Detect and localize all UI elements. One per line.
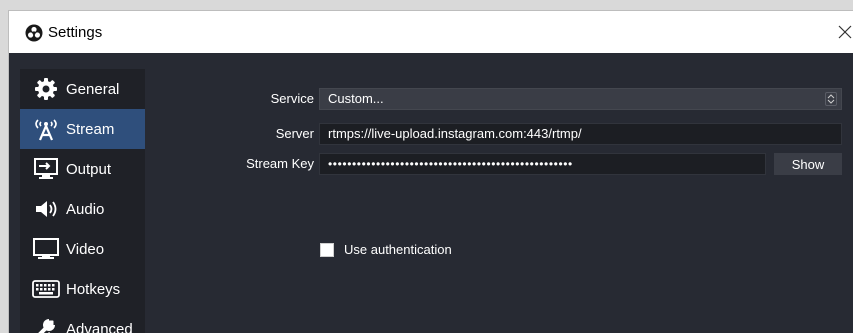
server-value: rtmps://live-upload.instagram.com:443/rt… bbox=[328, 126, 582, 141]
settings-body: General Stream Output Audio Video Hotkey… bbox=[9, 53, 853, 333]
service-select[interactable]: Custom... bbox=[319, 88, 842, 110]
sidebar-item-label: Video bbox=[66, 240, 105, 258]
service-label: Service bbox=[270, 91, 314, 106]
close-icon[interactable] bbox=[838, 25, 852, 39]
sidebar-item-label: General bbox=[66, 80, 120, 98]
sidebar-item-label: Audio bbox=[66, 200, 105, 218]
sidebar-item-general[interactable]: General bbox=[20, 69, 145, 109]
sidebar-item-output[interactable]: Output bbox=[20, 149, 145, 189]
output-icon bbox=[30, 156, 62, 182]
sidebar-item-label: Output bbox=[66, 160, 112, 178]
sidebar-item-label: Advanced bbox=[66, 320, 133, 333]
title-bar: Settings bbox=[9, 11, 853, 53]
wrench-icon bbox=[30, 316, 62, 333]
updown-arrow-icon bbox=[825, 92, 837, 106]
sidebar-item-label: Stream bbox=[66, 120, 115, 138]
monitor-icon bbox=[30, 236, 62, 262]
stream-key-input[interactable]: ••••••••••••••••••••••••••••••••••••••••… bbox=[319, 153, 766, 175]
sidebar-item-advanced[interactable]: Advanced bbox=[20, 309, 145, 333]
settings-window: Settings General Stream Output Audio Vid… bbox=[8, 10, 853, 333]
gear-icon bbox=[30, 76, 62, 102]
sidebar-item-label: Hotkeys bbox=[66, 280, 121, 298]
service-value: Custom... bbox=[328, 91, 384, 106]
server-input[interactable]: rtmps://live-upload.instagram.com:443/rt… bbox=[319, 123, 842, 145]
use-authentication-checkbox[interactable] bbox=[320, 243, 334, 257]
speaker-icon bbox=[30, 196, 62, 222]
server-label: Server bbox=[275, 126, 314, 141]
broadcast-icon bbox=[30, 116, 62, 142]
settings-sidebar: General Stream Output Audio Video Hotkey… bbox=[20, 69, 145, 333]
stream-key-value: ••••••••••••••••••••••••••••••••••••••••… bbox=[328, 157, 573, 171]
window-title: Settings bbox=[48, 24, 103, 41]
keyboard-icon bbox=[30, 276, 62, 302]
use-authentication-label: Use authentication bbox=[344, 242, 452, 257]
sidebar-item-hotkeys[interactable]: Hotkeys bbox=[20, 269, 145, 309]
show-key-button[interactable]: Show bbox=[774, 153, 842, 175]
sidebar-item-stream[interactable]: Stream bbox=[20, 109, 145, 149]
sidebar-item-audio[interactable]: Audio bbox=[20, 189, 145, 229]
sidebar-item-video[interactable]: Video bbox=[20, 229, 145, 269]
obs-logo-icon bbox=[25, 24, 43, 42]
stream-key-label: Stream Key bbox=[246, 156, 314, 171]
